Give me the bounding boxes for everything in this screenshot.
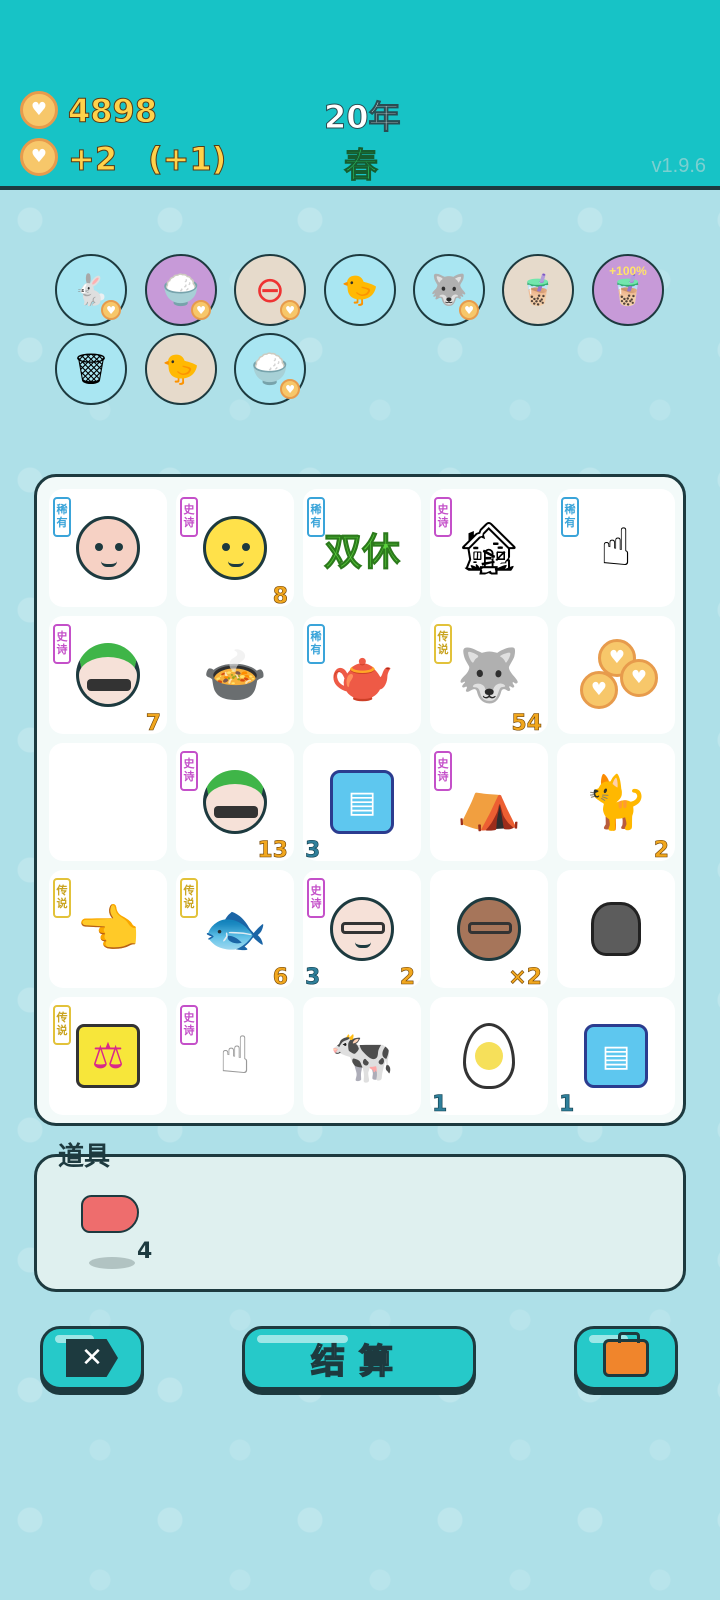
board-cell[interactable]: 传说 👈 (49, 870, 167, 988)
rabbit-heart-icon[interactable]: 🐇 ♥ (55, 254, 127, 326)
board-cell[interactable]: 稀有 (49, 489, 167, 607)
board-cell[interactable]: 传说 🐺 54 (430, 616, 548, 737)
board-cell[interactable]: 史诗 ☝ (176, 997, 294, 1115)
count-badge: 1 (432, 1092, 448, 1118)
chicken-egg-icon[interactable]: 🐤 (145, 333, 217, 405)
board-cell[interactable]: 1 (430, 997, 548, 1118)
liver-icon[interactable] (81, 1195, 139, 1233)
rice-bowl-heart-icon[interactable]: 🍚 ♥ (145, 254, 217, 326)
board-cell[interactable]: 史诗 7 (49, 616, 167, 737)
season-label: 春 (344, 146, 379, 187)
board-cell[interactable]: 史诗 🏚 (430, 489, 548, 607)
trash-recycle-icon[interactable]: 🗑 (55, 333, 127, 405)
coin-total: 4898 (67, 92, 158, 131)
board-cell[interactable]: 稀有 🫖 (303, 616, 421, 734)
board-cell[interactable]: 🐈 2 (557, 743, 675, 864)
exit-x-icon: ✕ (66, 1339, 118, 1377)
board-cell[interactable] (557, 870, 675, 988)
rice-bowl-heart-icon[interactable]: 🍚 ♥ (234, 333, 306, 405)
pointing-hand-brown-icon: ☝ (600, 518, 632, 578)
board-cell[interactable]: ▤ 3 (303, 743, 421, 864)
board-cell[interactable]: 🐄 (303, 997, 421, 1115)
haunted-house-icon: 🏚 (455, 518, 522, 579)
props-title: 道具 (58, 1142, 111, 1172)
board-cell[interactable]: 史诗 3 2 (303, 870, 421, 991)
double-rest-text: 双休 (323, 529, 400, 574)
count-badge: 8 (272, 584, 288, 610)
board-cell-empty[interactable] (49, 743, 167, 861)
board-cell[interactable]: 传说 ⚖ (49, 997, 167, 1115)
exit-button[interactable]: ✕ (40, 1326, 144, 1390)
garbage-bag-icon (557, 870, 675, 988)
board-cell[interactable]: 稀有 双休 (303, 489, 421, 607)
count-badge: 6 (272, 965, 288, 991)
year-label: 20年 (324, 98, 402, 137)
income-per-turn: +2 (67, 140, 118, 179)
milk-tea-icon[interactable]: 🧋 (502, 254, 574, 326)
board-cell[interactable]: 史诗 8 (176, 489, 294, 610)
count-badge: 54 (511, 711, 542, 737)
board-cell[interactable]: 史诗 13 (176, 743, 294, 864)
pointing-hand-yellow-icon: 👈 (75, 899, 141, 960)
income-bonus: (+1) (147, 140, 227, 179)
count-badge: 1 (559, 1092, 575, 1118)
boiled-egg-icon (430, 997, 548, 1115)
chicken-egg-icon[interactable]: 🐤 (324, 254, 396, 326)
version-label: v1.9.6 (651, 155, 706, 177)
heart-coins-icon: ♥ ♥ ♥ (557, 616, 675, 734)
minus-heart-icon[interactable]: ⊖ ♥ (234, 254, 306, 326)
bald-man-icon (49, 489, 167, 607)
pointing-hand-gray-icon: ☝ (219, 1026, 251, 1086)
board-cell[interactable]: 🍲 (176, 616, 294, 734)
rabbit-lantern-house-icon: ⛺ (456, 772, 522, 833)
cow-icon: 🐄 (329, 1026, 395, 1087)
board-cell[interactable]: ▤ 1 (557, 997, 675, 1118)
briefcase-icon (603, 1332, 649, 1377)
board-cell[interactable]: 传说 🐟 6 (176, 870, 294, 991)
heart-coin-icon: ♥ (20, 91, 58, 129)
status-header: ♥ 4898 ♥ +2 (+1) 20年 春 v1.9.6 (0, 0, 720, 190)
teapot-icon: 🫖 (329, 645, 395, 706)
count-badge: 7 (145, 711, 161, 737)
double-rest-icon: 双休 (303, 489, 421, 607)
board-cell[interactable]: ×2 (430, 870, 548, 991)
bag-button[interactable] (574, 1326, 678, 1390)
symbol-board: 稀有 史诗 8 稀有 双休 史诗 🏚 稀有 ☝ 史诗 7 🍲 稀有 🫖 传说 🐺… (34, 474, 686, 1126)
heart-coin-icon: ♥ (20, 138, 58, 176)
board-cell[interactable]: ♥ ♥ ♥ (557, 616, 675, 734)
item-count: 4 (137, 1239, 153, 1264)
husky-heart-icon[interactable]: 🐺 ♥ (413, 254, 485, 326)
count-badge: 2 (399, 965, 415, 991)
board-cell[interactable]: 史诗 ⛺ (430, 743, 548, 861)
settle-button[interactable]: 结算 (242, 1326, 476, 1390)
board-cell[interactable]: 稀有 ☝ (557, 489, 675, 607)
count-badge: 3 (305, 838, 321, 864)
soup-bowl-icon: 🍲 (202, 645, 268, 706)
count-badge: ×2 (508, 965, 542, 991)
silver-bars-icon: ▤ (557, 997, 675, 1115)
milk-tea-boost-icon[interactable]: +100% 🧋 (592, 254, 664, 326)
scales-icon: ⚖ (49, 997, 167, 1115)
count-badge: 2 (653, 838, 669, 864)
item-shadow (89, 1257, 135, 1269)
boost-tag: +100% (609, 264, 647, 278)
count-badge: 3 (305, 965, 321, 991)
silver-bars-icon: ▤ (303, 743, 421, 861)
props-panel: 4 (34, 1154, 686, 1292)
count-badge: 13 (257, 838, 288, 864)
